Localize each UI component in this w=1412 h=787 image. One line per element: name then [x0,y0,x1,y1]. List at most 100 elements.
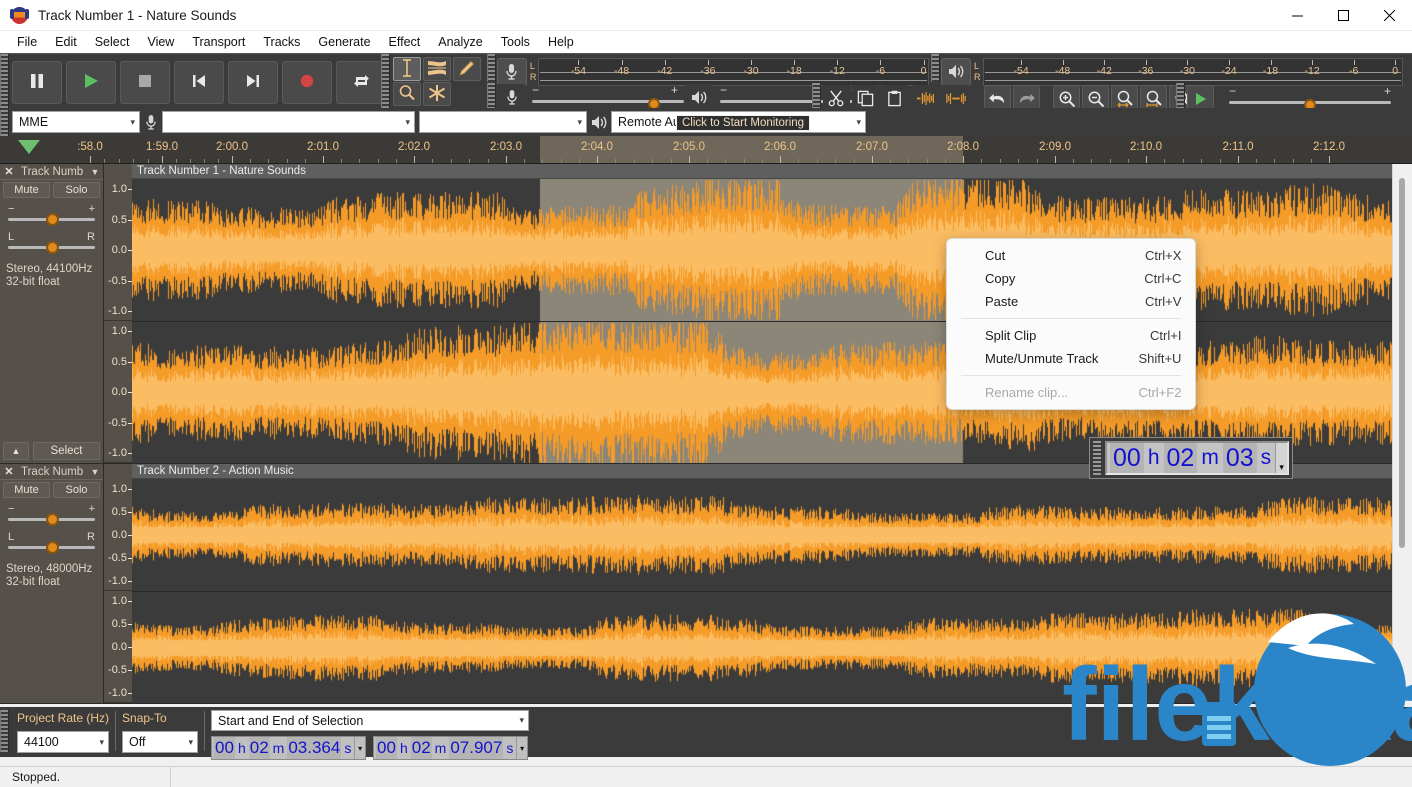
playback-level-meter[interactable]: -54-48-42-36-30-24-18-12-60 [983,58,1403,86]
edit-toolbar-grip[interactable] [812,83,821,110]
playback-device-speaker-icon [587,115,611,130]
gain-slider[interactable]: −+ [8,204,95,226]
tools-toolbar-grip[interactable] [381,54,390,110]
track-name-label[interactable]: Track Numb [18,466,87,478]
ruler-minor-tick [1256,159,1257,163]
speaker-icon[interactable] [941,58,971,86]
menu-edit[interactable]: Edit [46,33,86,51]
mute-button[interactable]: Mute [3,482,50,498]
meter-tick-label: 0 [1392,65,1398,77]
solo-button[interactable]: Solo [53,482,100,498]
select-button[interactable]: Select [33,442,100,460]
recording-volume-slider[interactable]: − + [532,85,684,111]
recording-level-meter[interactable]: -54-48-42-36-30-18-12-60 [538,58,929,86]
menu-generate[interactable]: Generate [309,33,379,51]
ruler-minor-tick [1091,159,1092,163]
track-format-line1: Stereo, 48000Hz [6,563,97,576]
chevron-down-icon[interactable]: ▼ [87,467,103,477]
menu-select[interactable]: Select [86,33,139,51]
pencil-icon [458,59,476,80]
floating-time-field[interactable]: 00 h 02 m 03 s ▾ [1105,441,1289,475]
recording-device-select[interactable]: ▾ [162,111,415,133]
envelope-tool[interactable] [423,57,451,81]
chevron-down-icon[interactable]: ▼ [87,167,103,177]
spinner-arrow-icon[interactable]: ▾ [1275,443,1287,473]
solo-button[interactable]: Solo [53,182,100,198]
selection-tool[interactable] [393,57,421,81]
close-x-icon[interactable]: ✕ [0,465,18,478]
loop-button[interactable] [336,61,386,104]
menu-tools[interactable]: Tools [492,33,539,51]
transport-toolbar-grip[interactable] [0,54,9,110]
pause-button[interactable] [12,61,62,104]
selection-end-time-field[interactable]: 00 h 02 m 07.907 s ▾ [373,736,528,760]
mixer-toolbar-grip[interactable] [487,83,496,110]
selection-start-spinner-icon[interactable]: ▾ [354,737,365,759]
floating-time-grip[interactable] [1093,441,1101,475]
selection-start-time-field[interactable]: 00 h 02 m 03.364 s ▾ [211,736,366,760]
skip-to-start-button[interactable] [174,61,224,104]
close-x-icon[interactable]: ✕ [0,165,18,178]
floating-time-hours: 00 [1110,443,1144,473]
context-menu-item-mute-unmute-track[interactable]: Mute/Unmute TrackShift+U [947,347,1195,370]
selection-end-spinner-icon[interactable]: ▾ [516,737,527,759]
menu-item-label: Cut [985,248,1005,263]
context-menu-item-split-clip[interactable]: Split ClipCtrl+I [947,324,1195,347]
snap-to-label: Snap-To [122,711,198,725]
waveform-pane[interactable]: Track Number 1 - Nature Sounds [132,164,1392,464]
maximize-button[interactable] [1320,0,1366,31]
selection-end-seconds-unit: s [503,737,516,759]
menu-transport[interactable]: Transport [183,33,254,51]
menu-tracks[interactable]: Tracks [254,33,309,51]
waveform-channel[interactable] [132,591,1392,703]
ruler-minor-tick [305,159,306,163]
audio-host-select[interactable]: MME ▾ [12,111,140,133]
multi-tool[interactable] [423,82,451,106]
play-button[interactable] [66,61,116,104]
snap-to-select[interactable]: Off ▾ [122,731,198,753]
pan-right-label: R [87,231,95,243]
device-toolbar-grip[interactable] [0,110,9,136]
menu-file[interactable]: File [8,33,46,51]
selection-toolbar-grip[interactable] [0,710,9,752]
skip-to-end-button[interactable] [228,61,278,104]
zoom-tool[interactable] [393,82,421,106]
pan-slider[interactable]: LR [8,232,95,254]
gain-slider[interactable]: −+ [8,504,95,526]
context-menu-item-cut[interactable]: CutCtrl+X [947,244,1195,267]
pan-slider[interactable]: LR [8,532,95,554]
project-rate-value: 44100 [24,735,59,749]
context-menu-item-copy[interactable]: CopyCtrl+C [947,267,1195,290]
playhead-triangle-icon[interactable] [18,140,40,154]
playback-meter-grip[interactable] [931,54,940,82]
microphone-icon[interactable] [497,58,527,86]
context-menu-item-paste[interactable]: PasteCtrl+V [947,290,1195,313]
gain-minus-label: − [8,503,14,515]
menu-view[interactable]: View [138,33,183,51]
selection-mode-select[interactable]: Start and End of Selection ▾ [211,710,529,731]
track-name-label[interactable]: Track Numb [18,166,87,178]
timeline-ruler[interactable]: :58.01:59.02:00.02:01.02:02.02:03.02:04.… [0,136,1412,164]
close-button[interactable] [1366,0,1412,31]
minimize-button[interactable] [1274,0,1320,31]
project-rate-select[interactable]: 44100 ▾ [17,731,109,753]
clip-title-bar[interactable]: Track Number 1 - Nature Sounds [132,164,1392,179]
record-button[interactable] [282,61,332,104]
selection-end-minutes: 02 [411,737,432,759]
draw-tool[interactable] [453,57,481,81]
waveform-pane[interactable]: Track Number 2 - Action Music [132,464,1392,704]
menu-help[interactable]: Help [539,33,583,51]
vertical-scrollbar[interactable] [1392,164,1412,704]
waveform-channel[interactable] [132,179,1392,321]
triangle-up-icon[interactable]: ▲ [3,442,29,460]
mute-button[interactable]: Mute [3,182,50,198]
play-at-speed-grip[interactable] [1176,83,1185,110]
menu-item-shortcut: Ctrl+V [1145,294,1181,309]
track-select-row: ▲Select [3,442,100,460]
stop-button[interactable] [120,61,170,104]
menu-analyze[interactable]: Analyze [429,33,491,51]
menu-effect[interactable]: Effect [380,33,430,51]
recording-channels-select[interactable]: ▾ [419,111,587,133]
waveform-channel[interactable] [132,479,1392,591]
recording-meter-grip[interactable] [487,54,496,82]
